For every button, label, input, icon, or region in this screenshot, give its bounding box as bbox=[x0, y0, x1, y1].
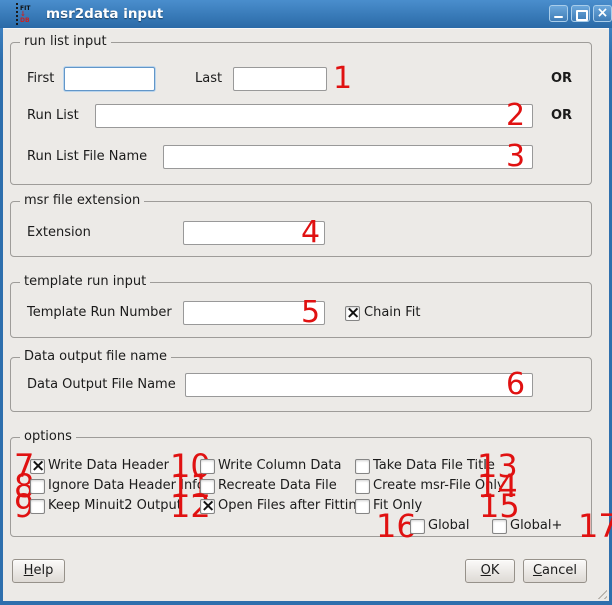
write-column-data-label[interactable]: Write Column Data bbox=[218, 458, 341, 474]
run-list-input[interactable] bbox=[95, 104, 533, 128]
annotation-6: 6 bbox=[506, 370, 525, 400]
write-data-header-label[interactable]: Write Data Header bbox=[48, 458, 169, 474]
group-title-data-output-file-name: Data output file name bbox=[20, 349, 171, 365]
checkbox-global[interactable] bbox=[410, 519, 425, 534]
help-button[interactable]: Help bbox=[12, 559, 65, 583]
checkbox-take-data-file-title[interactable] bbox=[355, 459, 370, 474]
checkbox-fit-only[interactable] bbox=[355, 499, 370, 514]
msr2data-app-icon: FIT ↓ DB bbox=[16, 3, 40, 25]
group-title-run-list-input: run list input bbox=[20, 34, 111, 50]
group-title-options: options bbox=[20, 429, 76, 445]
checkbox-create-msr-file-only[interactable] bbox=[355, 479, 370, 494]
template-run-number-label: Template Run Number bbox=[27, 305, 172, 321]
open-files-after-fitting-label[interactable]: Open Files after Fitting bbox=[218, 498, 365, 514]
help-button-mnemonic: H bbox=[24, 563, 34, 578]
annotation-3: 3 bbox=[506, 142, 525, 172]
data-output-file-name-label: Data Output File Name bbox=[27, 377, 176, 393]
minimize-icon bbox=[554, 16, 563, 18]
first-label: First bbox=[27, 71, 54, 87]
annotation-4: 4 bbox=[301, 218, 320, 248]
minimize-button[interactable] bbox=[549, 5, 568, 22]
last-input[interactable] bbox=[233, 67, 327, 91]
chain-fit-label[interactable]: Chain Fit bbox=[364, 305, 421, 321]
recreate-data-file-label[interactable]: Recreate Data File bbox=[218, 478, 337, 494]
group-title-msr-file-extension: msr file extension bbox=[20, 193, 144, 209]
ok-button[interactable]: OK bbox=[465, 559, 515, 583]
annotation-2: 2 bbox=[506, 101, 525, 131]
close-button[interactable]: × bbox=[593, 5, 612, 22]
or-label-2: OR bbox=[551, 108, 572, 124]
first-input[interactable] bbox=[64, 67, 155, 91]
ok-button-mnemonic: O bbox=[481, 563, 491, 578]
keep-minuit2-output-label[interactable]: Keep Minuit2 Output bbox=[48, 498, 182, 514]
close-icon: × bbox=[594, 6, 611, 21]
data-output-file-name-input[interactable] bbox=[185, 373, 533, 397]
run-list-label: Run List bbox=[27, 108, 79, 124]
checkbox-global-plus[interactable] bbox=[492, 519, 507, 534]
global-plus-label[interactable]: Global+ bbox=[510, 518, 562, 534]
annotation-17: 17 bbox=[578, 510, 612, 542]
msr2data-dialog-window: FIT ↓ DB msr2data input × run list input… bbox=[0, 0, 612, 605]
extension-label: Extension bbox=[27, 225, 91, 241]
run-list-file-name-label: Run List File Name bbox=[27, 149, 147, 165]
ok-button-label: K bbox=[491, 563, 500, 578]
last-label: Last bbox=[195, 71, 222, 87]
or-label-1: OR bbox=[551, 71, 572, 87]
app-icon-db-text: DB bbox=[20, 17, 30, 24]
cancel-button[interactable]: Cancel bbox=[523, 559, 587, 583]
maximize-button[interactable] bbox=[571, 5, 590, 22]
cancel-button-mnemonic: C bbox=[533, 563, 542, 578]
annotation-1: 1 bbox=[333, 64, 352, 94]
global-label[interactable]: Global bbox=[428, 518, 469, 534]
window-title: msr2data input bbox=[46, 0, 163, 28]
help-button-label: elp bbox=[33, 563, 53, 578]
run-list-file-name-input[interactable] bbox=[163, 145, 533, 169]
cancel-button-label: ancel bbox=[542, 563, 577, 578]
titlebar[interactable]: FIT ↓ DB msr2data input × bbox=[0, 0, 612, 28]
group-title-template-run-input: template run input bbox=[20, 274, 150, 290]
checkbox-open-files-after-fitting[interactable] bbox=[200, 499, 215, 514]
checkbox-keep-minuit2-output[interactable] bbox=[30, 499, 45, 514]
maximize-icon bbox=[576, 10, 588, 21]
checkbox-chain-fit[interactable] bbox=[345, 306, 360, 321]
annotation-5: 5 bbox=[301, 298, 320, 328]
